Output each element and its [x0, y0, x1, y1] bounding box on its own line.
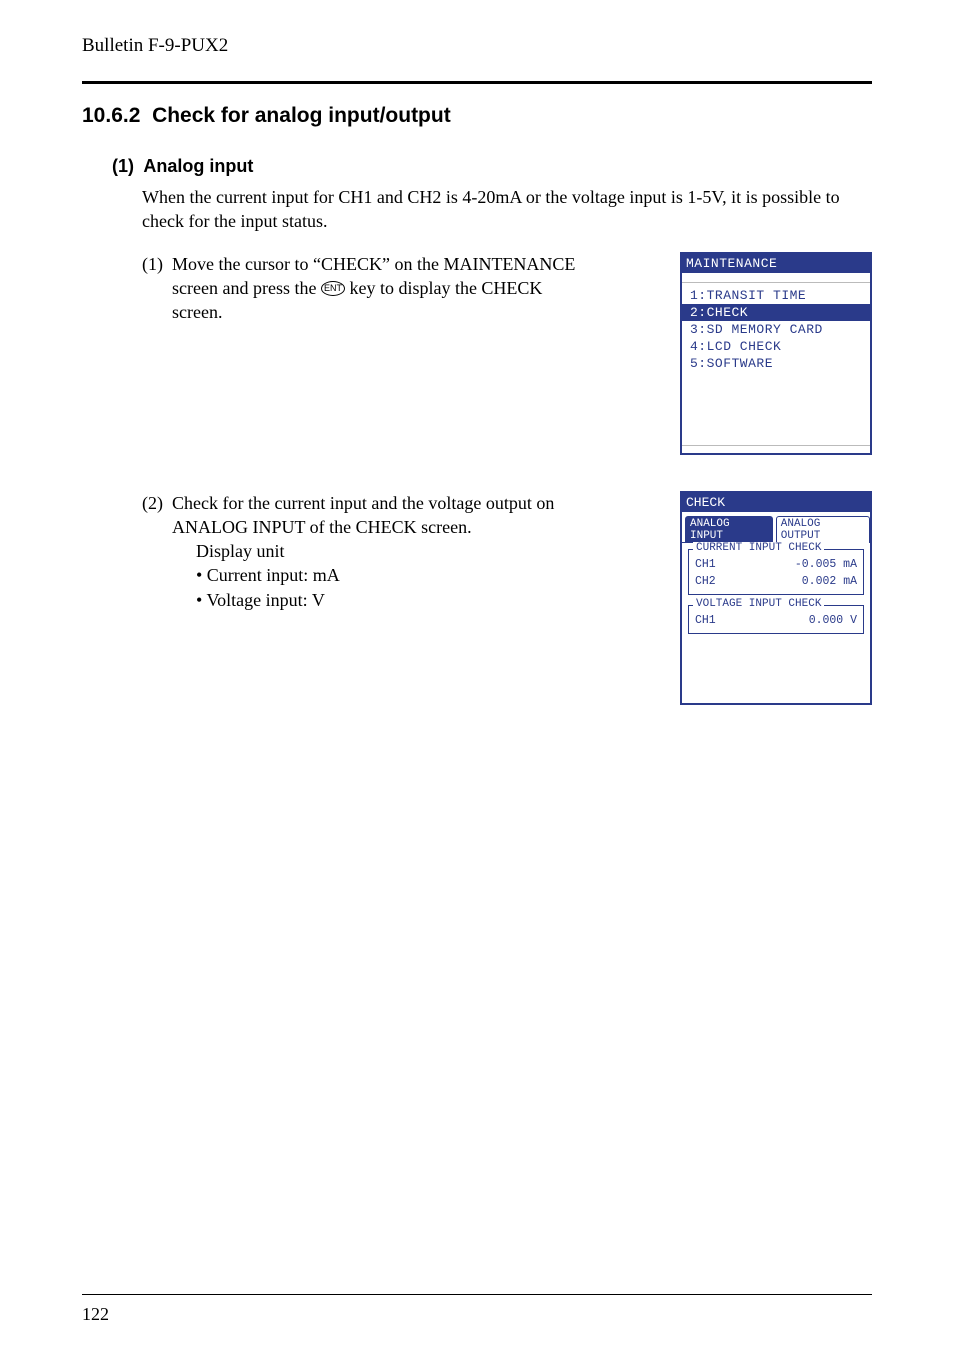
voltage-ch1-value: 0.000 V — [809, 612, 857, 629]
section-title: Check for analog input/output — [152, 104, 451, 127]
lcd2-tabs: ANALOG INPUT ANALOG OUTPUT — [682, 512, 870, 543]
lcd1-item-2: 3:SD MEMORY CARD — [682, 321, 870, 338]
step-1-line-a: Move the cursor to “CHECK” on the MAINTE… — [172, 254, 575, 274]
subsection-number: (1) — [112, 156, 134, 176]
step-2: (2)Check for the current input and the v… — [142, 491, 872, 705]
lcd1-spacer — [682, 273, 870, 283]
step-1-text: (1)Move the cursor to “CHECK” on the MAI… — [142, 252, 680, 325]
lcd1-item-4: 5:SOFTWARE — [682, 355, 870, 372]
step-2-bullet-1: • Current input: mA — [196, 563, 660, 587]
lcd-maintenance-screen: MAINTENANCE 1:TRANSIT TIME 2:CHECK 3:SD … — [680, 252, 872, 455]
intro-text: When the current input for CH1 and CH2 i… — [142, 185, 872, 234]
lcd1-item-0: 1:TRANSIT TIME — [682, 287, 870, 304]
page-number: 122 — [82, 1304, 109, 1325]
voltage-input-legend: VOLTAGE INPUT CHECK — [693, 598, 824, 610]
step-1: (1)Move the cursor to “CHECK” on the MAI… — [142, 252, 872, 455]
lcd-check-screen: CHECK ANALOG INPUT ANALOG OUTPUT CURRENT… — [680, 491, 872, 705]
voltage-ch1-label: CH1 — [695, 612, 716, 629]
lcd1-item-1-selected: 2:CHECK — [682, 304, 870, 321]
lcd1-body: 1:TRANSIT TIME 2:CHECK 3:SD MEMORY CARD … — [682, 285, 870, 445]
step-2-display-unit: Display unit — [196, 539, 660, 563]
bulletin-header: Bulletin F-9-PUX2 — [82, 35, 872, 57]
current-input-legend: CURRENT INPUT CHECK — [693, 542, 824, 554]
step-2-line-b: ANALOG INPUT of the CHECK screen. — [172, 515, 660, 539]
lcd1-item-3: 4:LCD CHECK — [682, 338, 870, 355]
current-row-ch1: CH1 -0.005 mA — [695, 556, 857, 573]
lcd2-title: CHECK — [682, 493, 870, 512]
lcd1-title: MAINTENANCE — [682, 254, 870, 273]
current-ch2-label: CH2 — [695, 573, 716, 590]
current-row-ch2: CH2 0.002 mA — [695, 573, 857, 590]
current-input-check-group: CURRENT INPUT CHECK CH1 -0.005 mA CH2 0.… — [688, 549, 864, 596]
step-1-number: (1) — [142, 252, 172, 276]
subsection-heading: (1) Analog input — [112, 156, 872, 177]
section-number: 10.6.2 — [82, 104, 140, 127]
step-2-text: (2)Check for the current input and the v… — [142, 491, 680, 612]
lcd2-body: CURRENT INPUT CHECK CH1 -0.005 mA CH2 0.… — [682, 543, 870, 703]
divider-top — [82, 81, 872, 84]
lcd1-footer — [682, 445, 870, 453]
current-ch1-label: CH1 — [695, 556, 716, 573]
voltage-row-ch1: CH1 0.000 V — [695, 612, 857, 629]
step-2-number: (2) — [142, 491, 172, 515]
step-2-line-a: Check for the current input and the volt… — [172, 493, 554, 513]
voltage-input-check-group: VOLTAGE INPUT CHECK CH1 0.000 V — [688, 605, 864, 634]
divider-bottom — [82, 1294, 872, 1295]
tab-analog-input: ANALOG INPUT — [685, 516, 773, 543]
step-2-bullet-2: • Voltage input: V — [196, 588, 660, 612]
ent-key-icon: ENT — [321, 281, 345, 296]
tab-analog-output: ANALOG OUTPUT — [776, 516, 870, 543]
current-ch1-value: -0.005 mA — [795, 556, 857, 573]
section-heading: 10.6.2 Check for analog input/output — [82, 104, 872, 128]
current-ch2-value: 0.002 mA — [802, 573, 857, 590]
step-1-line-b-pre: screen and press the — [172, 278, 321, 298]
subsection-title: Analog input — [143, 156, 253, 176]
step-1-line-c: screen. — [172, 300, 660, 324]
step-1-line-b-post: key to display the CHECK — [345, 278, 542, 298]
